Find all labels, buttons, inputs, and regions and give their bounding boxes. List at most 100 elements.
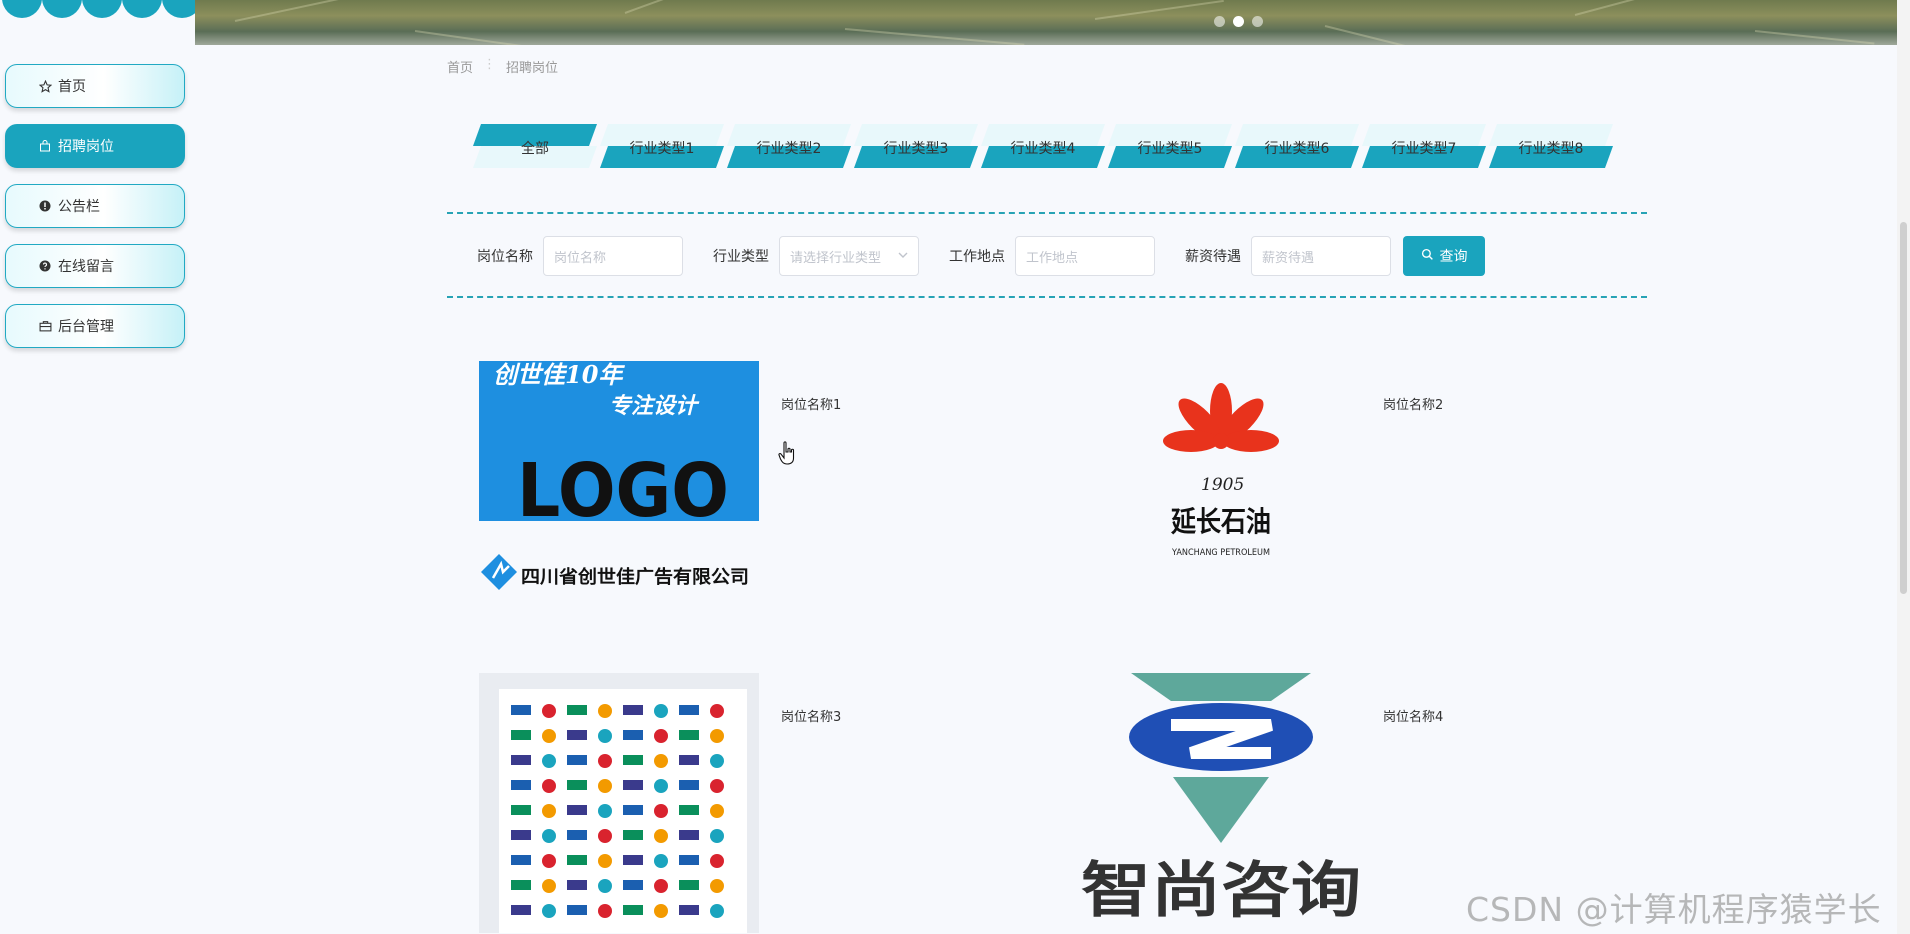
company-logo-mark	[598, 779, 612, 793]
industry-select[interactable]: 请选择行业类型	[779, 236, 919, 276]
search-button[interactable]: 查询	[1403, 236, 1485, 276]
company-logo-mark	[511, 855, 531, 865]
job-name-input[interactable]: 岗位名称	[543, 236, 683, 276]
tab-label: 行业类型1	[629, 141, 695, 157]
company-logo-mark	[623, 880, 643, 890]
company-logo-mark	[654, 754, 668, 768]
company-logo-mark	[598, 729, 612, 743]
page-scrollbar[interactable]	[1897, 0, 1910, 934]
company-logo-mark	[511, 705, 531, 715]
company-logo-mark	[511, 755, 531, 765]
job-logo-image[interactable]: 创世佳10年 专注设计 LOGO 四川省创世佳广告有限公司	[479, 360, 759, 621]
company-logo-mark	[567, 905, 587, 915]
company-logo-mark	[710, 779, 724, 793]
salary-input[interactable]: 薪资待遇	[1251, 236, 1391, 276]
company-logo-mark	[710, 829, 724, 843]
tab-all[interactable]: 全部	[472, 124, 598, 168]
job-logo-image[interactable]: 1905 延长石油 YANCHANG PETROLEUM	[1081, 361, 1361, 621]
sidebar-item-jobs[interactable]: 招聘岗位	[5, 124, 185, 168]
company-logo-mark	[654, 829, 668, 843]
company-logo-mark	[654, 904, 668, 918]
divider	[447, 212, 1647, 214]
job-card[interactable]: 1905 延长石油 YANCHANG PETROLEUM 岗位名称2	[1081, 361, 1661, 621]
company-logo-mark	[710, 704, 724, 718]
company-logo-mark	[598, 804, 612, 818]
company-logo-mark	[679, 880, 699, 890]
company-logo-mark	[679, 905, 699, 915]
tab-label: 行业类型2	[756, 141, 822, 157]
company-logo-mark	[598, 704, 612, 718]
company-logo-mark	[542, 904, 556, 918]
company-logo-mark	[598, 854, 612, 868]
company-logo-mark	[598, 754, 612, 768]
tab-industry-1[interactable]: 行业类型1	[599, 124, 725, 168]
company-logo-mark	[679, 780, 699, 790]
job-title[interactable]: 岗位名称2	[1383, 394, 1443, 413]
company-logo-mark	[679, 730, 699, 740]
job-card[interactable]: 创世佳10年 专注设计 LOGO 四川省创世佳广告有限公司 岗位名称1	[479, 360, 1059, 621]
tab-industry-5[interactable]: 行业类型5	[1107, 124, 1233, 168]
company-logo-mark	[567, 755, 587, 765]
company-logo-mark	[511, 805, 531, 815]
job-title[interactable]: 岗位名称4	[1383, 706, 1443, 725]
company-logo-mark	[710, 754, 724, 768]
company-logo-mark	[542, 754, 556, 768]
company-logo-mark	[542, 879, 556, 893]
company-logo-mark	[542, 729, 556, 743]
company-logo-mark	[623, 830, 643, 840]
sidebar-item-admin[interactable]: 后台管理	[5, 304, 185, 348]
job-logo-image[interactable]	[479, 673, 759, 933]
tab-industry-6[interactable]: 行业类型6	[1234, 124, 1360, 168]
job-title[interactable]: 岗位名称1	[781, 394, 841, 413]
company-logo-mark	[598, 829, 612, 843]
banner-carousel[interactable]	[195, 0, 1897, 45]
job-title[interactable]: 岗位名称3	[781, 706, 841, 725]
company-logo-mark	[598, 904, 612, 918]
logo-text: 创世佳10年	[493, 361, 625, 389]
company-logo-mark	[542, 804, 556, 818]
tab-industry-3[interactable]: 行业类型3	[853, 124, 979, 168]
company-logo-mark	[654, 854, 668, 868]
sidebar-item-notice[interactable]: 公告栏	[5, 184, 185, 228]
logo-text: 四川省创世佳广告有限公司	[521, 566, 749, 588]
tab-label: 行业类型7	[1391, 141, 1457, 157]
logo-text: 智尚咨询	[1081, 856, 1361, 926]
breadcrumb-home[interactable]: 首页	[447, 57, 473, 76]
company-logo-mark	[567, 855, 587, 865]
company-logo-mark	[623, 755, 643, 765]
search-icon	[1421, 248, 1434, 265]
sidebar-item-label: 公告栏	[58, 199, 100, 215]
search-button-label: 查询	[1439, 249, 1468, 265]
logo-text: 1905	[1201, 475, 1244, 495]
scrollbar-thumb[interactable]	[1900, 222, 1907, 594]
company-logo-mark	[511, 780, 531, 790]
job-logo-image[interactable]: 智尚咨询	[1081, 673, 1361, 933]
company-logo-mark	[654, 804, 668, 818]
company-logo-mark	[567, 805, 587, 815]
carousel-dot-active[interactable]	[1233, 16, 1244, 27]
company-logo-mark	[567, 830, 587, 840]
carousel-indicators	[1214, 16, 1263, 27]
sidebar-item-home[interactable]: 首页	[5, 64, 185, 108]
tab-industry-7[interactable]: 行业类型7	[1361, 124, 1487, 168]
tab-industry-4[interactable]: 行业类型4	[980, 124, 1106, 168]
question-icon	[36, 260, 54, 272]
tab-industry-2[interactable]: 行业类型2	[726, 124, 852, 168]
company-logo-mark	[679, 755, 699, 765]
location-label: 工作地点	[949, 249, 1005, 265]
location-input[interactable]: 工作地点	[1015, 236, 1155, 276]
tab-label: 行业类型6	[1264, 141, 1330, 157]
job-card[interactable]: 岗位名称3	[479, 673, 1059, 933]
company-logo-mark	[567, 730, 587, 740]
breadcrumb-current: 招聘岗位	[506, 61, 559, 76]
industry-select-placeholder: 请选择行业类型	[790, 250, 882, 266]
tab-label: 全部	[521, 141, 549, 157]
tab-industry-8[interactable]: 行业类型8	[1488, 124, 1614, 168]
sidebar-item-message[interactable]: 在线留言	[5, 244, 185, 288]
company-logo-mark	[679, 855, 699, 865]
company-logo-mark	[511, 730, 531, 740]
breadcrumb: 首页 ⋮ 招聘岗位	[447, 57, 558, 76]
carousel-dot[interactable]	[1214, 16, 1225, 27]
carousel-dot[interactable]	[1252, 16, 1263, 27]
company-logo-mark	[679, 805, 699, 815]
